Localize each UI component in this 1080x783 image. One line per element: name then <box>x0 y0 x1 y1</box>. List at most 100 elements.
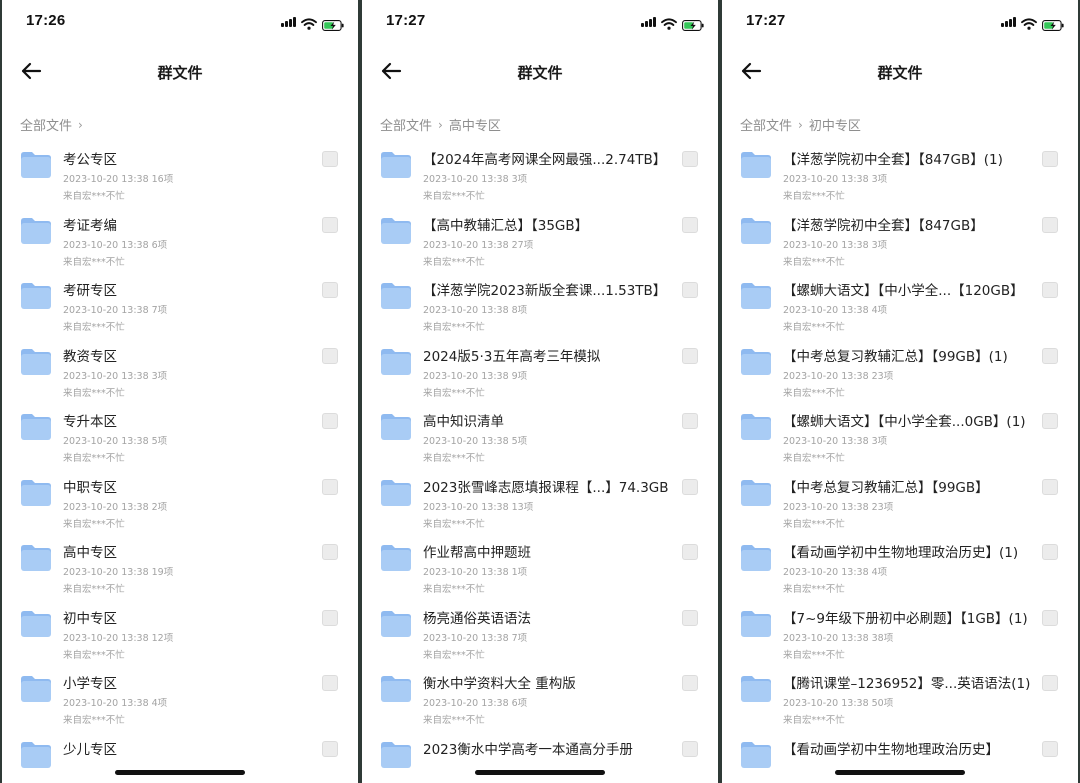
select-checkbox[interactable] <box>682 347 698 364</box>
breadcrumb-item[interactable]: 全部文件 <box>380 115 432 134</box>
select-checkbox[interactable] <box>1042 478 1058 495</box>
select-checkbox[interactable] <box>1042 675 1058 691</box>
breadcrumb-item[interactable]: 全部文件 <box>740 115 792 134</box>
folder-icon <box>739 150 773 180</box>
list-item[interactable]: 小学专区 2023-10-20 13:38 4项 来自宏***不忙 <box>2 664 358 730</box>
folder-icon <box>19 543 53 573</box>
file-meta: 2023-10-20 13:38 3项 <box>783 436 888 447</box>
select-checkbox[interactable] <box>682 740 698 757</box>
select-checkbox[interactable] <box>1042 740 1058 757</box>
select-checkbox[interactable] <box>322 216 338 233</box>
file-meta: 2023-10-20 13:38 7项 <box>63 305 168 316</box>
select-checkbox[interactable] <box>1042 282 1058 298</box>
list-item[interactable]: 考证考编 2023-10-20 13:38 6项 来自宏***不忙 <box>2 206 358 272</box>
nav-bar: 群文件 <box>2 50 358 94</box>
list-item[interactable]: 【腾讯课堂–1236952】零...英语语法(1) 2023-10-20 13:… <box>722 664 1078 730</box>
list-item[interactable]: 【2024年高考网课全网最强...2.74TB】 2023-10-20 13:3… <box>362 140 718 206</box>
select-checkbox[interactable] <box>1042 151 1058 167</box>
select-checkbox[interactable] <box>682 282 698 298</box>
home-indicator[interactable] <box>115 770 245 775</box>
breadcrumb-item[interactable]: 高中专区 <box>449 115 501 134</box>
folder-icon <box>379 150 413 180</box>
home-indicator[interactable] <box>475 770 605 775</box>
file-name: 【螺蛳大语文】【中小学全套...0GB】(1) <box>783 414 1026 430</box>
file-source: 来自宏***不忙 <box>783 649 845 661</box>
breadcrumb-item[interactable]: 全部文件 <box>20 115 72 134</box>
list-item[interactable]: 【洋葱学院初中全套】【847GB】(1) 2023-10-20 13:38 3项… <box>722 140 1078 206</box>
file-name: 衡水中学资料大全 重构版 <box>423 676 576 692</box>
file-meta: 2023-10-20 13:38 2项 <box>63 501 168 513</box>
list-item[interactable]: 【看动画学初中生物地理政治历史】(1) 2023-10-20 13:38 4项 … <box>722 533 1078 599</box>
list-item[interactable]: 中职专区 2023-10-20 13:38 2项 来自宏***不忙 <box>2 468 358 534</box>
list-item[interactable]: 【螺蛳大语文】【中小学全...【120GB】 2023-10-20 13:38 … <box>722 271 1078 337</box>
folder-icon <box>379 740 413 770</box>
home-indicator[interactable] <box>835 770 965 775</box>
select-checkbox[interactable] <box>682 675 698 691</box>
select-checkbox[interactable] <box>1042 413 1058 429</box>
list-item[interactable]: 【中考总复习教辅汇总】【99GB】(1) 2023-10-20 13:38 23… <box>722 337 1078 403</box>
file-name: 【腾讯课堂–1236952】零...英语语法(1) <box>783 676 1031 692</box>
file-name: 专升本区 <box>63 414 117 430</box>
select-checkbox[interactable] <box>322 478 338 495</box>
select-checkbox[interactable] <box>1042 609 1058 626</box>
list-item[interactable]: 【中考总复习教辅汇总】【99GB】 2023-10-20 13:38 23项 来… <box>722 468 1078 534</box>
file-name: 【洋葱学院初中全套】【847GB】 <box>783 217 984 234</box>
select-checkbox[interactable] <box>682 216 698 233</box>
breadcrumb-item[interactable]: 初中专区 <box>809 115 861 134</box>
file-meta: 2023-10-20 13:38 27项 <box>423 239 534 251</box>
list-item[interactable]: 作业帮高中押题班 2023-10-20 13:38 1项 来自宏***不忙 <box>362 533 718 599</box>
list-item[interactable]: 2024版5·3五年高考三年模拟 2023-10-20 13:38 9项 来自宏… <box>362 337 718 403</box>
page-title: 群文件 <box>517 64 563 82</box>
folder-icon <box>379 281 413 311</box>
folder-icon <box>19 216 53 246</box>
select-checkbox[interactable] <box>1042 544 1058 560</box>
select-checkbox[interactable] <box>1042 216 1058 233</box>
file-source: 来自宏***不忙 <box>783 322 845 333</box>
select-checkbox[interactable] <box>322 740 338 757</box>
select-checkbox[interactable] <box>322 413 338 429</box>
file-source: 来自宏***不忙 <box>423 191 485 202</box>
file-source: 来自宏***不忙 <box>423 387 485 399</box>
file-source: 来自宏***不忙 <box>423 715 485 726</box>
screens-collage: 17:26 群文件 全部文件 › 考公专区 2023-10-20 13:38 16… <box>0 0 1080 783</box>
file-name: 【高中教辅汇总】【35GB】 <box>423 217 589 234</box>
list-item[interactable]: 初中专区 2023-10-20 13:38 12项 来自宏***不忙 <box>2 599 358 665</box>
file-meta: 2023-10-20 13:38 23项 <box>783 501 894 513</box>
status-time: 17:26 <box>26 12 66 29</box>
file-name: 【看动画学初中生物地理政治历史】 <box>783 741 999 758</box>
file-source: 来自宏***不忙 <box>423 649 485 661</box>
file-list: 考公专区 2023-10-20 13:38 16项 来自宏***不忙 考证考编 … <box>2 140 358 783</box>
list-item[interactable]: 衡水中学资料大全 重构版 2023-10-20 13:38 6项 来自宏***不… <box>362 664 718 730</box>
list-item[interactable]: 【高中教辅汇总】【35GB】 2023-10-20 13:38 27项 来自宏*… <box>362 206 718 272</box>
select-checkbox[interactable] <box>682 478 698 495</box>
list-item[interactable]: 高中专区 2023-10-20 13:38 19项 来自宏***不忙 <box>2 533 358 599</box>
list-item[interactable]: 【7~9年级下册初中必刷题】【1GB】(1) 2023-10-20 13:38 … <box>722 599 1078 665</box>
select-checkbox[interactable] <box>322 282 338 298</box>
list-item[interactable]: 【螺蛳大语文】【中小学全套...0GB】(1) 2023-10-20 13:38… <box>722 402 1078 468</box>
list-item[interactable]: 【洋葱学院初中全套】【847GB】 2023-10-20 13:38 3项 来自… <box>722 206 1078 272</box>
select-checkbox[interactable] <box>682 413 698 429</box>
select-checkbox[interactable] <box>682 151 698 167</box>
folder-icon <box>379 674 413 704</box>
select-checkbox[interactable] <box>322 151 338 167</box>
select-checkbox[interactable] <box>322 347 338 364</box>
select-checkbox[interactable] <box>682 544 698 560</box>
list-item[interactable]: 教资专区 2023-10-20 13:38 3项 来自宏***不忙 <box>2 337 358 403</box>
select-checkbox[interactable] <box>682 609 698 626</box>
list-item[interactable]: 2023张雪峰志愿填报课程【...】74.3GB 2023-10-20 13:3… <box>362 468 718 534</box>
list-item[interactable]: 【洋葱学院2023新版全套课...1.53TB】 2023-10-20 13:3… <box>362 271 718 337</box>
select-checkbox[interactable] <box>1042 347 1058 364</box>
select-checkbox[interactable] <box>322 609 338 626</box>
list-item[interactable]: 考公专区 2023-10-20 13:38 16项 来自宏***不忙 <box>2 140 358 206</box>
select-checkbox[interactable] <box>322 544 338 560</box>
file-name: 少儿专区 <box>63 741 117 758</box>
phone-screen-3: 17:27 群文件 全部文件 › 初中专区 【洋葱学院初中全套】【847GB】(1)… <box>722 0 1078 783</box>
list-item[interactable]: 杨亮通俗英语语法 2023-10-20 13:38 7项 来自宏***不忙 <box>362 599 718 665</box>
folder-icon <box>379 543 413 573</box>
select-checkbox[interactable] <box>322 675 338 691</box>
list-item[interactable]: 考研专区 2023-10-20 13:38 7项 来自宏***不忙 <box>2 271 358 337</box>
file-meta: 2023-10-20 13:38 5项 <box>423 436 528 447</box>
file-source: 来自宏***不忙 <box>63 715 125 726</box>
list-item[interactable]: 专升本区 2023-10-20 13:38 5项 来自宏***不忙 <box>2 402 358 468</box>
list-item[interactable]: 高中知识清单 2023-10-20 13:38 5项 来自宏***不忙 <box>362 402 718 468</box>
